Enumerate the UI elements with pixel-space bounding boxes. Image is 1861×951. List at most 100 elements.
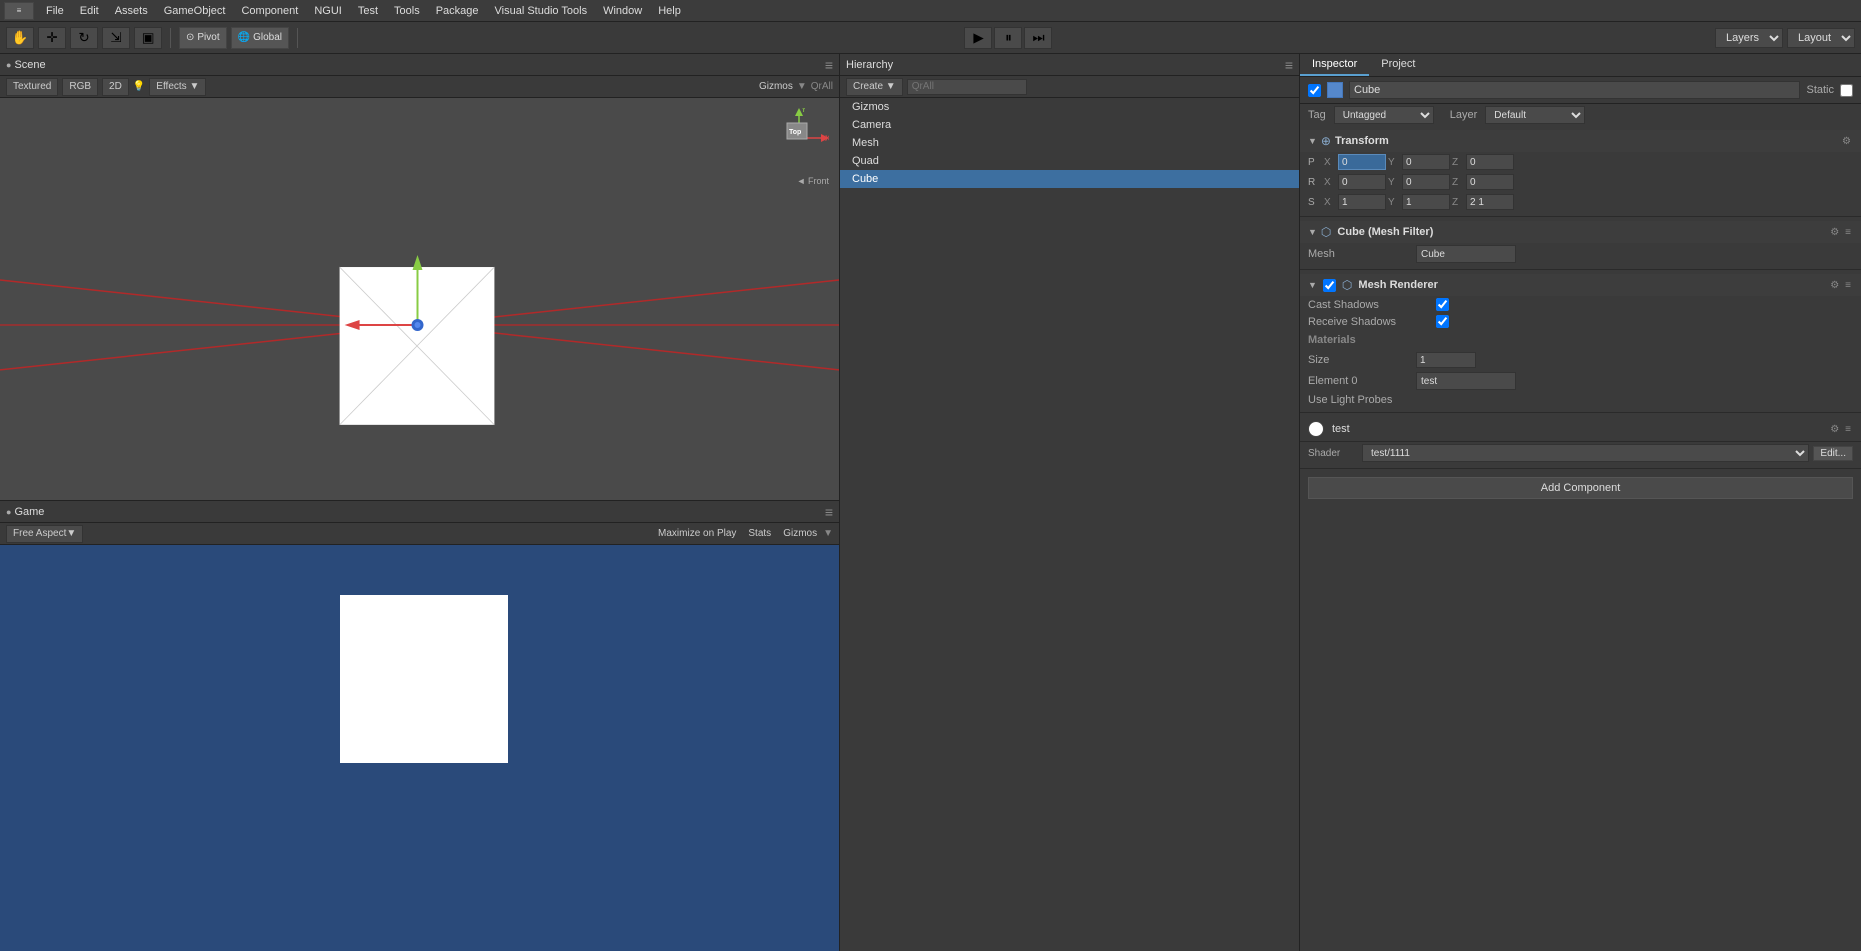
gizmos-label[interactable]: Gizmos	[759, 81, 793, 92]
play-button[interactable]: ▶	[964, 27, 992, 49]
pause-button[interactable]: ⏸	[994, 27, 1022, 49]
add-component-button[interactable]: Add Component	[1308, 477, 1853, 499]
position-y-input[interactable]	[1402, 154, 1450, 170]
maximize-label[interactable]: Maximize on Play	[658, 528, 736, 539]
mesh-filter-settings-icon[interactable]: ⚙	[1828, 227, 1841, 238]
mesh-renderer-title: Mesh Renderer	[1358, 279, 1437, 291]
scene-panel-menu[interactable]: ≡	[825, 57, 833, 73]
scale-z-input[interactable]	[1466, 194, 1514, 210]
navigation-cube[interactable]: Y X Top ◄ Front	[769, 108, 829, 168]
transform-header[interactable]: ▼ ⊕ Transform ⚙	[1300, 130, 1861, 152]
mesh-filter-collapse-icon: ▼	[1308, 227, 1317, 237]
static-checkbox[interactable]	[1840, 84, 1853, 97]
layer-dropdown[interactable]: Default	[1485, 106, 1585, 124]
position-z-input[interactable]	[1466, 154, 1514, 170]
scale-y-input[interactable]	[1402, 194, 1450, 210]
scene-tab[interactable]: ● Scene	[6, 59, 46, 71]
menu-assets[interactable]: Assets	[107, 3, 156, 19]
sy-axis-label: Y	[1388, 197, 1400, 208]
rotation-y-input[interactable]	[1402, 174, 1450, 190]
hierarchy-tab-label: Hierarchy	[846, 59, 893, 71]
element-0-input[interactable]	[1416, 372, 1516, 390]
mesh-filter-menu-icon[interactable]: ≡	[1843, 227, 1853, 238]
position-x-input[interactable]	[1338, 154, 1386, 170]
menu-file[interactable]: File	[38, 3, 72, 19]
menu-gameobject[interactable]: GameObject	[156, 3, 234, 19]
mesh-label: Mesh	[1308, 248, 1408, 260]
shader-edit-button[interactable]: Edit...	[1813, 446, 1853, 461]
hierarchy-search-input[interactable]	[907, 79, 1027, 95]
step-button[interactable]: ⏭	[1024, 27, 1052, 49]
rect-tool-button[interactable]: ▣	[134, 27, 162, 49]
2d-button[interactable]: 2D	[102, 78, 129, 96]
move-tool-button[interactable]: ✛	[38, 27, 66, 49]
shader-row: Shader test/1111 Edit...	[1300, 442, 1861, 464]
game-tab-icon: ●	[6, 507, 11, 517]
stats-label[interactable]: Stats	[748, 528, 771, 539]
rgb-button[interactable]: RGB	[62, 78, 98, 96]
hierarchy-panel-menu[interactable]: ≡	[1285, 57, 1293, 73]
cast-shadows-checkbox[interactable]	[1436, 298, 1449, 311]
hierarchy-item-cube[interactable]: Cube	[840, 170, 1299, 188]
menu-component[interactable]: Component	[233, 3, 306, 19]
rotation-x-input[interactable]	[1338, 174, 1386, 190]
project-tab[interactable]: Project	[1369, 54, 1427, 76]
hand-tool-button[interactable]: ✋	[6, 27, 34, 49]
scale-label: S	[1308, 197, 1320, 208]
tag-layer-row: Tag Untagged Layer Default	[1300, 104, 1861, 126]
menu-package[interactable]: Package	[428, 3, 487, 19]
mesh-renderer-enabled-checkbox[interactable]	[1323, 279, 1336, 292]
menu-tools[interactable]: Tools	[386, 3, 428, 19]
unity-logo[interactable]: ≡	[4, 2, 34, 20]
menu-help[interactable]: Help	[650, 3, 689, 19]
mesh-renderer-header[interactable]: ▼ ⬡ Mesh Renderer ⚙ ≡	[1300, 274, 1861, 296]
mesh-filter-component: ▼ ⬡ Cube (Mesh Filter) ⚙ ≡ Mesh	[1300, 217, 1861, 270]
mesh-renderer-menu-icon[interactable]: ≡	[1843, 280, 1853, 291]
inspector-object-header: Static	[1300, 77, 1861, 104]
menu-visual-studio-tools[interactable]: Visual Studio Tools	[487, 3, 596, 19]
inspector-tab[interactable]: Inspector	[1300, 54, 1369, 76]
material-settings-icon[interactable]: ⚙	[1828, 424, 1841, 435]
mesh-renderer-settings-icon[interactable]: ⚙	[1828, 280, 1841, 291]
hierarchy-create-button[interactable]: Create ▼	[846, 78, 903, 96]
size-input[interactable]	[1416, 352, 1476, 368]
material-options: ⚙ ≡	[1828, 424, 1853, 435]
textured-button[interactable]: Textured	[6, 78, 58, 96]
shader-dropdown[interactable]: test/1111	[1362, 444, 1809, 462]
object-active-checkbox[interactable]	[1308, 84, 1321, 97]
hierarchy-item-camera[interactable]: Camera	[840, 116, 1299, 134]
scale-x-input[interactable]	[1338, 194, 1386, 210]
layout-dropdown[interactable]: Layout	[1787, 28, 1855, 48]
scene-canvas[interactable]: Y X Top ◄ Front	[0, 98, 839, 500]
hierarchy-item-gizmos[interactable]: Gizmos	[840, 98, 1299, 116]
game-gizmos-label[interactable]: Gizmos	[783, 528, 817, 539]
menu-edit[interactable]: Edit	[72, 3, 107, 19]
game-panel-menu[interactable]: ≡	[825, 504, 833, 520]
effects-button[interactable]: Effects ▼	[149, 78, 206, 96]
global-button[interactable]: 🌐 Global	[231, 27, 289, 49]
receive-shadows-checkbox[interactable]	[1436, 315, 1449, 328]
hierarchy-item-quad[interactable]: Quad	[840, 152, 1299, 170]
transform-icon: ⊕	[1321, 134, 1331, 148]
layers-dropdown[interactable]: Layers	[1715, 28, 1783, 48]
scale-tool-button[interactable]: ⇲	[102, 27, 130, 49]
material-menu-icon[interactable]: ≡	[1843, 424, 1853, 435]
menu-window[interactable]: Window	[595, 3, 650, 19]
mesh-value-input[interactable]	[1416, 245, 1516, 263]
transform-settings-icon[interactable]: ⚙	[1840, 136, 1853, 147]
hierarchy-item-mesh[interactable]: Mesh	[840, 134, 1299, 152]
game-tab[interactable]: ● Game	[6, 506, 44, 518]
pivot-button[interactable]: ⊙ Pivot	[179, 27, 227, 49]
free-aspect-button[interactable]: Free Aspect ▼	[6, 525, 83, 543]
tag-dropdown[interactable]: Untagged	[1334, 106, 1434, 124]
mesh-filter-header[interactable]: ▼ ⬡ Cube (Mesh Filter) ⚙ ≡	[1300, 221, 1861, 243]
hierarchy-panel: Hierarchy ≡ Create ▼ Gizmos Camera Mesh …	[840, 54, 1300, 951]
menu-test[interactable]: Test	[350, 3, 386, 19]
rotate-tool-button[interactable]: ↻	[70, 27, 98, 49]
rotation-z-input[interactable]	[1466, 174, 1514, 190]
px-axis-label: X	[1324, 157, 1336, 168]
left-panels: ● Scene ≡ Textured RGB 2D 💡 Effects ▼ Gi…	[0, 54, 840, 951]
hierarchy-tab[interactable]: Hierarchy	[846, 59, 893, 71]
object-name-input[interactable]	[1349, 81, 1800, 99]
menu-ngui[interactable]: NGUI	[306, 3, 350, 19]
